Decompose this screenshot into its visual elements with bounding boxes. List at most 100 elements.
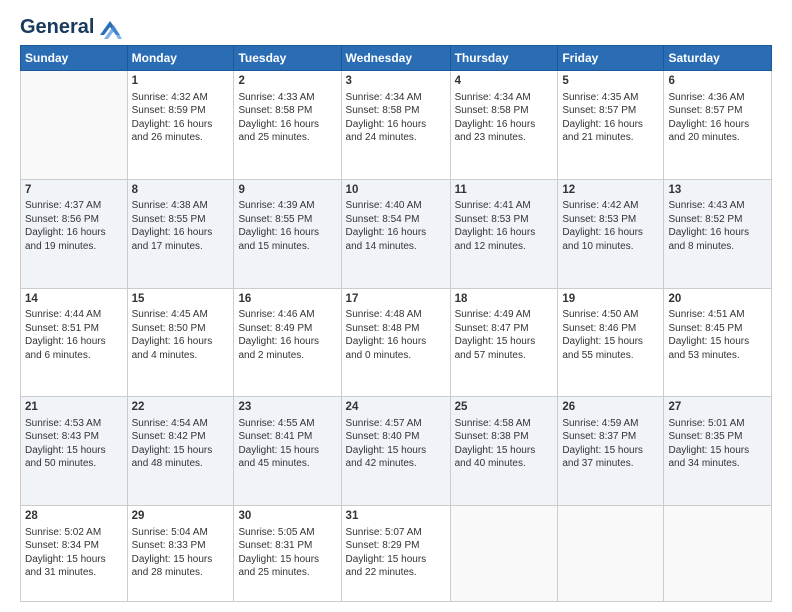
day-number: 8 [132,183,230,199]
calendar-cell [558,506,664,602]
day-info: Sunset: 8:56 PM [25,213,123,227]
day-info: Sunset: 8:46 PM [562,322,659,336]
day-info: and 20 minutes. [668,131,767,145]
day-info: Daylight: 15 hours [455,444,554,458]
calendar-cell: 15Sunrise: 4:45 AMSunset: 8:50 PMDayligh… [127,288,234,397]
day-info: Daylight: 16 hours [132,226,230,240]
day-info: Sunset: 8:58 PM [238,104,336,118]
day-info: Daylight: 16 hours [132,118,230,132]
calendar-header-thursday: Thursday [450,46,558,71]
day-info: Sunrise: 4:41 AM [455,199,554,213]
calendar-cell: 31Sunrise: 5:07 AMSunset: 8:29 PMDayligh… [341,506,450,602]
day-info: Sunrise: 4:42 AM [562,199,659,213]
day-info: and 19 minutes. [25,240,123,254]
day-info: Daylight: 16 hours [668,226,767,240]
day-number: 26 [562,400,659,416]
calendar-cell: 12Sunrise: 4:42 AMSunset: 8:53 PMDayligh… [558,179,664,288]
day-info: Daylight: 15 hours [346,553,446,567]
day-info: and 12 minutes. [455,240,554,254]
day-info: Sunset: 8:57 PM [668,104,767,118]
day-info: Daylight: 16 hours [455,226,554,240]
calendar-header-friday: Friday [558,46,664,71]
calendar-cell: 18Sunrise: 4:49 AMSunset: 8:47 PMDayligh… [450,288,558,397]
calendar-cell: 8Sunrise: 4:38 AMSunset: 8:55 PMDaylight… [127,179,234,288]
day-info: and 8 minutes. [668,240,767,254]
calendar-cell: 11Sunrise: 4:41 AMSunset: 8:53 PMDayligh… [450,179,558,288]
day-info: Sunrise: 4:40 AM [346,199,446,213]
day-info: and 25 minutes. [238,566,336,580]
day-info: Sunset: 8:42 PM [132,430,230,444]
calendar-cell: 26Sunrise: 4:59 AMSunset: 8:37 PMDayligh… [558,397,664,506]
calendar-cell: 4Sunrise: 4:34 AMSunset: 8:58 PMDaylight… [450,71,558,180]
calendar-cell: 13Sunrise: 4:43 AMSunset: 8:52 PMDayligh… [664,179,772,288]
day-info: Sunset: 8:34 PM [25,539,123,553]
day-info: Daylight: 16 hours [668,118,767,132]
calendar-week-row: 28Sunrise: 5:02 AMSunset: 8:34 PMDayligh… [21,506,772,602]
day-info: Sunrise: 4:58 AM [455,417,554,431]
day-info: Daylight: 16 hours [238,335,336,349]
day-info: and 23 minutes. [455,131,554,145]
day-info: Daylight: 16 hours [346,118,446,132]
day-info: Daylight: 15 hours [562,335,659,349]
day-info: Sunset: 8:52 PM [668,213,767,227]
day-info: and 40 minutes. [455,457,554,471]
day-info: Sunset: 8:51 PM [25,322,123,336]
day-info: Sunrise: 4:48 AM [346,308,446,322]
day-info: and 25 minutes. [238,131,336,145]
day-info: and 24 minutes. [346,131,446,145]
day-info: Daylight: 16 hours [346,335,446,349]
calendar-header-monday: Monday [127,46,234,71]
day-info: Sunrise: 4:33 AM [238,91,336,105]
day-info: and 15 minutes. [238,240,336,254]
day-info: Sunrise: 4:54 AM [132,417,230,431]
day-number: 21 [25,400,123,416]
day-number: 9 [238,183,336,199]
day-info: and 10 minutes. [562,240,659,254]
day-info: and 2 minutes. [238,349,336,363]
day-info: Sunset: 8:58 PM [455,104,554,118]
calendar-cell: 20Sunrise: 4:51 AMSunset: 8:45 PMDayligh… [664,288,772,397]
day-info: and 17 minutes. [132,240,230,254]
day-info: Sunrise: 4:46 AM [238,308,336,322]
day-number: 31 [346,509,446,525]
calendar-cell: 9Sunrise: 4:39 AMSunset: 8:55 PMDaylight… [234,179,341,288]
day-number: 19 [562,292,659,308]
day-info: Daylight: 15 hours [132,553,230,567]
day-info: Daylight: 16 hours [346,226,446,240]
day-info: Sunrise: 4:55 AM [238,417,336,431]
day-number: 5 [562,74,659,90]
day-info: Sunset: 8:53 PM [562,213,659,227]
day-number: 18 [455,292,554,308]
calendar-cell: 10Sunrise: 4:40 AMSunset: 8:54 PMDayligh… [341,179,450,288]
day-info: Sunrise: 4:43 AM [668,199,767,213]
day-info: Sunset: 8:35 PM [668,430,767,444]
day-info: Sunset: 8:55 PM [132,213,230,227]
calendar-header-row: SundayMondayTuesdayWednesdayThursdayFrid… [21,46,772,71]
day-info: Daylight: 15 hours [455,335,554,349]
calendar-cell: 30Sunrise: 5:05 AMSunset: 8:31 PMDayligh… [234,506,341,602]
day-info: Daylight: 16 hours [25,335,123,349]
calendar-table: SundayMondayTuesdayWednesdayThursdayFrid… [20,45,772,602]
day-info: and 34 minutes. [668,457,767,471]
day-info: Sunset: 8:47 PM [455,322,554,336]
day-info: Sunset: 8:43 PM [25,430,123,444]
calendar-cell: 3Sunrise: 4:34 AMSunset: 8:58 PMDaylight… [341,71,450,180]
calendar-cell [664,506,772,602]
calendar-cell: 16Sunrise: 4:46 AMSunset: 8:49 PMDayligh… [234,288,341,397]
day-info: Sunrise: 4:59 AM [562,417,659,431]
day-info: Sunset: 8:41 PM [238,430,336,444]
day-info: Daylight: 15 hours [668,335,767,349]
day-info: and 48 minutes. [132,457,230,471]
day-info: Daylight: 16 hours [132,335,230,349]
day-info: and 53 minutes. [668,349,767,363]
calendar-cell: 29Sunrise: 5:04 AMSunset: 8:33 PMDayligh… [127,506,234,602]
day-info: Sunset: 8:57 PM [562,104,659,118]
day-info: Daylight: 15 hours [668,444,767,458]
day-number: 6 [668,74,767,90]
day-info: Sunrise: 4:37 AM [25,199,123,213]
day-info: Sunset: 8:53 PM [455,213,554,227]
day-info: Sunset: 8:33 PM [132,539,230,553]
day-info: Sunset: 8:29 PM [346,539,446,553]
day-number: 11 [455,183,554,199]
day-info: Sunrise: 5:01 AM [668,417,767,431]
